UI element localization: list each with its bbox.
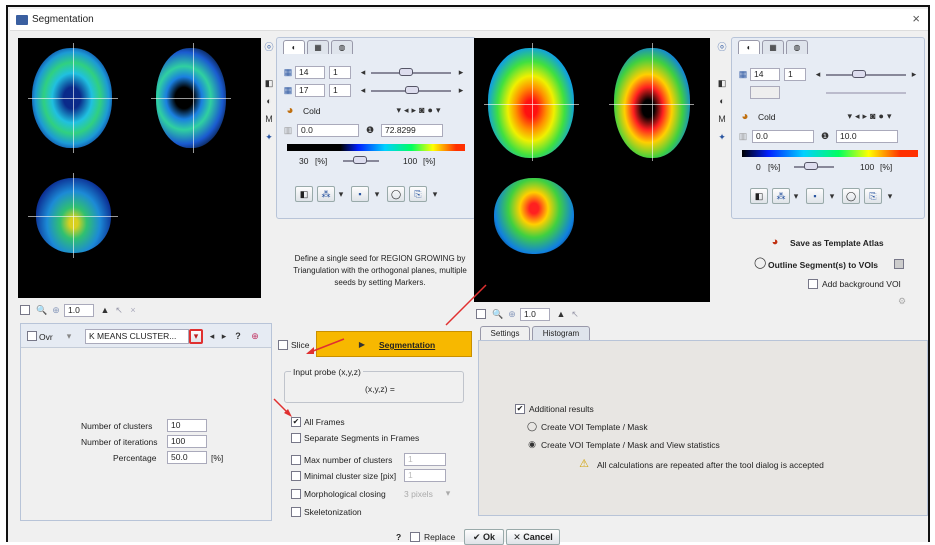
segmentation-dialog: Segmentation × 🔍 ⊕ 1.0 ▲ ↖ × ⓞ ◧ ◐ M ✦ ◐… bbox=[6, 5, 930, 545]
check-icon: ✔ bbox=[472, 532, 484, 542]
annotation-arrows bbox=[273, 284, 487, 417]
ok-button[interactable]: ✔ Ok bbox=[464, 529, 504, 545]
cancel-button[interactable]: ✕ Cancel bbox=[506, 529, 560, 545]
replace-label: Replace bbox=[424, 532, 456, 542]
ok-label: Ok bbox=[483, 532, 496, 542]
replace-checkbox[interactable] bbox=[410, 532, 420, 542]
help-button[interactable]: ? bbox=[396, 532, 401, 542]
cancel-x-icon: ✕ bbox=[513, 532, 524, 542]
cancel-label: Cancel bbox=[523, 532, 553, 542]
